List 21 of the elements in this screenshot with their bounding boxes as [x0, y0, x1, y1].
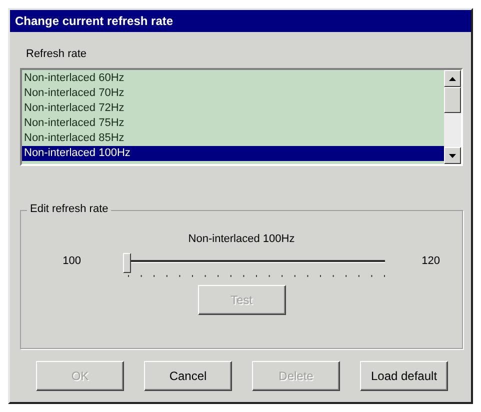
scroll-down-button[interactable]	[444, 147, 461, 164]
dialog-button[interactable]: Load default	[360, 361, 448, 391]
window-title: Change current refresh rate	[10, 10, 471, 32]
group-title: Edit refresh rate	[27, 203, 112, 215]
list-item[interactable]: Non-interlaced 72Hz	[22, 101, 444, 116]
scrollbar-thumb[interactable]	[444, 87, 461, 113]
up-triangle-icon	[449, 76, 456, 80]
current-rate-label: Non-interlaced 100Hz	[188, 233, 295, 245]
list-label: Refresh rate	[26, 48, 87, 60]
list-item[interactable]: Non-interlaced 85Hz	[22, 131, 444, 146]
scroll-up-button[interactable]	[444, 70, 461, 87]
slider-min-label: 100	[62, 255, 81, 267]
refresh-rate-list[interactable]: Non-interlaced 60Hz Non-interlaced 70Hz Non-interlaced 72Hz Non-interlaced 75Hz Non-interlaced 85Hz Non-interlaced 100Hz	[20, 68, 463, 166]
list-item[interactable]: Non-interlaced 75Hz	[22, 116, 444, 131]
list-item[interactable]: Non-interlaced 60Hz	[22, 71, 444, 86]
slider-max-label: 120	[420, 255, 440, 267]
list-item[interactable]: Non-interlaced 70Hz	[22, 86, 444, 101]
down-triangle-icon	[449, 154, 456, 158]
dialog-button[interactable]: Cancel	[144, 361, 232, 391]
list-item[interactable]: Non-interlaced 100Hz	[22, 146, 444, 161]
slider-thumb[interactable]	[123, 253, 131, 273]
